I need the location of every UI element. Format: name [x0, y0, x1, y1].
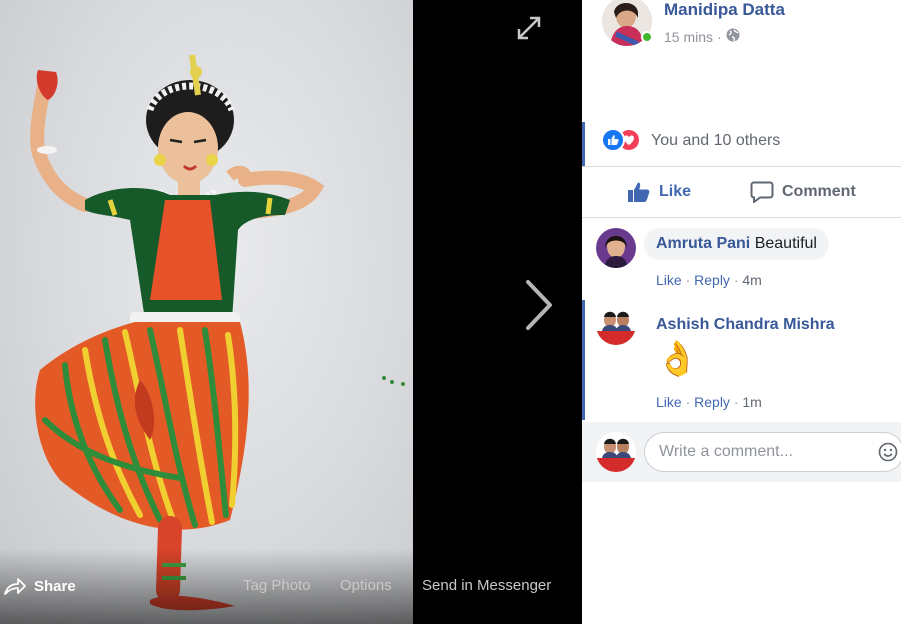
photo[interactable] — [0, 0, 413, 624]
share-button[interactable]: Share — [4, 575, 76, 597]
meta-separator: · — [717, 28, 722, 45]
tag-photo-button[interactable]: Tag Photo — [243, 577, 311, 594]
post-meta: 15 mins · — [664, 28, 740, 45]
reactions-summary[interactable]: You and 10 others — [582, 122, 901, 166]
comment-label: Comment — [782, 183, 856, 200]
send-in-messenger-button[interactable]: Send in Messenger — [422, 577, 551, 594]
comment-actions: Like · Reply · 1m — [656, 394, 762, 410]
reaction-icons — [601, 128, 641, 152]
comment-author[interactable]: Ashish Chandra Mishra — [656, 316, 835, 334]
comment-age[interactable]: 1m — [742, 394, 761, 410]
thumbs-up-icon — [628, 182, 650, 202]
dancer-painting — [30, 54, 405, 611]
divider — [582, 217, 901, 218]
current-user-avatar[interactable] — [596, 432, 636, 472]
share-label: Share — [34, 577, 76, 595]
ok-hand-emoji: 👌 — [656, 340, 699, 378]
comment-icon — [750, 181, 774, 203]
comment-button[interactable]: Comment — [750, 178, 856, 206]
online-status-dot — [641, 31, 653, 43]
commenter-avatar[interactable] — [596, 305, 636, 345]
globe-icon[interactable] — [726, 28, 740, 45]
share-icon — [4, 578, 26, 595]
comment-author[interactable]: Amruta Pani — [656, 235, 750, 252]
expand-icon[interactable] — [515, 14, 543, 42]
comment-like-button[interactable]: Like — [656, 272, 682, 288]
commenter-avatar[interactable] — [596, 228, 636, 268]
smiley-icon[interactable] — [878, 442, 898, 462]
comment-text: Beautiful — [754, 235, 817, 252]
comment-input[interactable] — [644, 432, 901, 472]
like-button[interactable]: Like — [627, 178, 691, 206]
post-sidebar: Manidipa Datta 15 mins · You and 10 othe… — [582, 0, 901, 624]
post-timestamp[interactable]: 15 mins — [664, 29, 713, 45]
like-label: Like — [659, 183, 692, 200]
options-button[interactable]: Options — [340, 577, 392, 594]
comment-reply-button[interactable]: Reply — [694, 394, 730, 410]
reactions-text[interactable]: You and 10 others — [651, 132, 780, 150]
comment-item: Amruta Pani Beautiful Like · Reply · 4m — [582, 228, 901, 292]
comment-actions: Like · Reply · 4m — [656, 272, 762, 288]
comment-reply-button[interactable]: Reply — [694, 272, 730, 288]
divider — [582, 166, 901, 167]
comment-like-button[interactable]: Like — [656, 394, 682, 410]
post-author-name[interactable]: Manidipa Datta — [664, 0, 785, 20]
comment-bubble: Amruta Pani Beautiful — [644, 228, 829, 260]
comment-age[interactable]: 4m — [742, 272, 761, 288]
photo-viewer: Share Tag Photo Options Send in Messenge… — [0, 0, 582, 624]
comment-item: Ashish Chandra Mishra 👌 Like · Reply · 1… — [582, 305, 901, 417]
next-arrow-icon[interactable] — [522, 278, 556, 332]
